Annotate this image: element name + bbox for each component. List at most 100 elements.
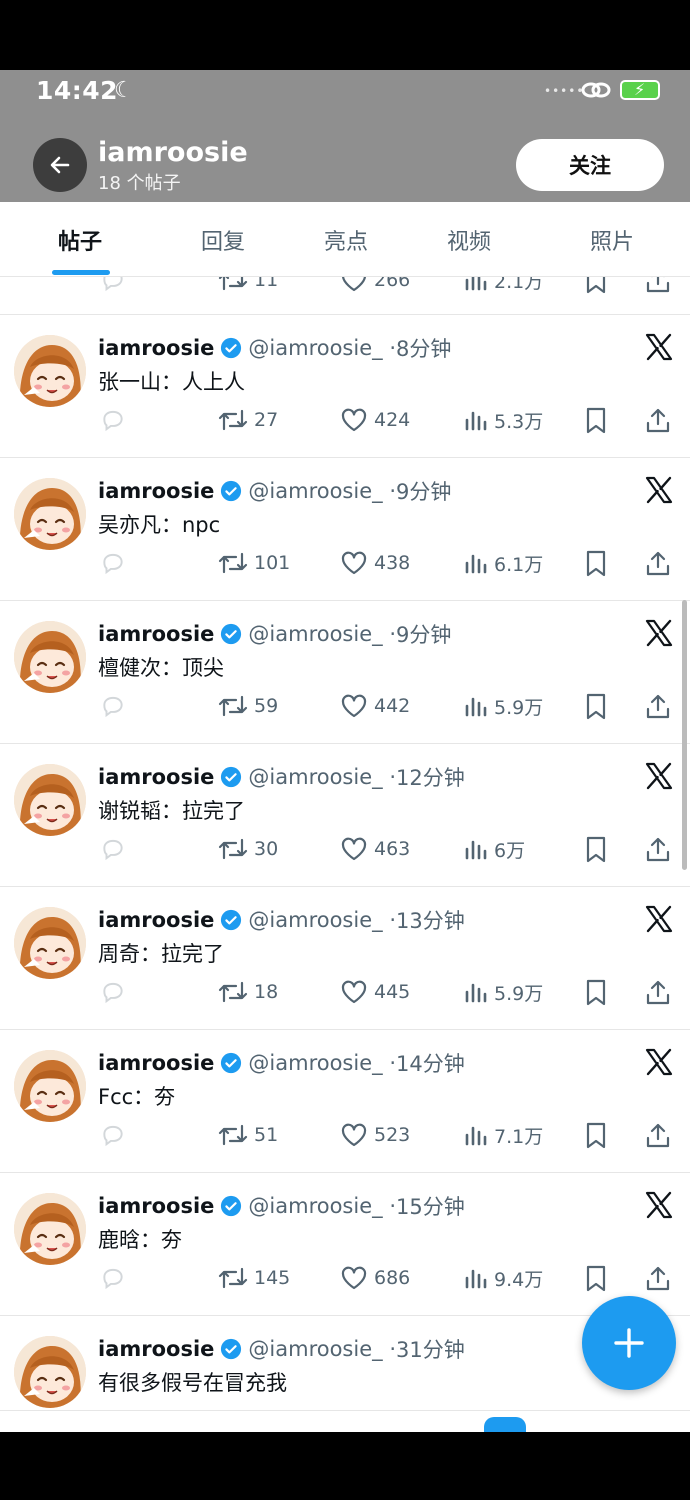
tweet[interactable]: iamroosie @iamroosie_ · 13分钟 周奇：拉完了 18 445 5.9… [0, 887, 690, 1030]
profile-header: 14:42 ☾ ••••• ⚡ iamroosie 18 个帖子 关注 [0, 70, 690, 202]
like-button[interactable]: 424 [340, 405, 410, 435]
views-button[interactable]: 9.4万 [464, 1263, 543, 1293]
like-count: 686 [374, 1267, 411, 1289]
tweet-author-name[interactable]: iamroosie [98, 765, 214, 789]
tweet[interactable]: iamroosie @iamroosie_ · 14分钟 Fcc：夯 51 523 7.1万 [0, 1030, 690, 1173]
reply-button[interactable] [100, 548, 132, 578]
tweet-author-name[interactable]: iamroosie [98, 336, 214, 360]
like-button[interactable]: 463 [340, 834, 410, 864]
retweet-icon [218, 277, 248, 291]
bookmark-button[interactable] [584, 1263, 614, 1293]
bookmark-icon [586, 407, 606, 434]
reply-button[interactable] [100, 1263, 132, 1293]
reply-button[interactable] [100, 1120, 132, 1150]
share-button[interactable] [645, 277, 677, 295]
retweet-button[interactable]: 145 [218, 1263, 290, 1293]
views-button[interactable]: 5.9万 [464, 691, 543, 721]
tab-videos[interactable]: 视频 [447, 224, 491, 256]
like-button[interactable]: 438 [340, 548, 410, 578]
tweet-author-name[interactable]: iamroosie [98, 1051, 214, 1075]
tweet[interactable]: iamroosie @iamroosie_ · 9分钟 吴亦凡：npc 101 438 6.… [0, 458, 690, 601]
like-button[interactable]: 686 [340, 1263, 410, 1293]
tweet[interactable]: iamroosie @iamroosie_ · 8分钟 张一山：人上人 27 424 5.3… [0, 315, 690, 458]
follow-button[interactable]: 关注 [516, 139, 664, 191]
retweet-button[interactable]: 30 [218, 834, 278, 864]
retweet-button[interactable]: 51 [218, 1120, 278, 1150]
like-button[interactable]: 445 [340, 977, 410, 1007]
share-button[interactable] [645, 834, 677, 864]
like-icon [341, 408, 367, 432]
reply-button[interactable] [100, 977, 132, 1007]
tab-highlights[interactable]: 亮点 [324, 224, 368, 256]
reply-button[interactable] [100, 691, 132, 721]
avatar[interactable] [14, 621, 86, 693]
views-button[interactable]: 6.1万 [464, 548, 543, 578]
avatar[interactable] [14, 335, 86, 407]
bookmark-button[interactable] [584, 977, 614, 1007]
tweet-author-name[interactable]: iamroosie [98, 908, 214, 932]
tab-posts[interactable]: 帖子 [58, 224, 102, 256]
tweet-time: 13分钟 [396, 909, 465, 933]
views-icon [465, 1269, 487, 1289]
tweet-handle: @iamroosie_ [248, 1337, 383, 1361]
compose-button[interactable] [582, 1296, 676, 1390]
bookmark-button[interactable] [584, 1120, 614, 1150]
like-count: 438 [374, 552, 411, 574]
tweet[interactable]: iamroosie @iamroosie_ · 15分钟 鹿晗：夯 145 686 9.4万 [0, 1173, 690, 1316]
avatar[interactable] [14, 478, 86, 550]
tweet-feed[interactable]: 11 266 2.1万 iamroosie @iamroosie_ · 8分钟 张一山：人… [0, 277, 690, 1432]
back-button[interactable] [33, 138, 87, 192]
views-button[interactable]: 7.1万 [464, 1120, 543, 1150]
share-button[interactable] [645, 548, 677, 578]
tweet-author-name[interactable]: iamroosie [98, 1194, 214, 1218]
views-button[interactable]: 2.1万 [464, 277, 543, 295]
share-button[interactable] [645, 977, 677, 1007]
tab-photos[interactable]: 照片 [590, 224, 634, 256]
verified-badge-icon [221, 480, 242, 502]
reply-button[interactable] [100, 405, 132, 435]
views-count: 7.1万 [494, 1125, 544, 1148]
retweet-button[interactable]: 11 [218, 277, 278, 295]
bookmark-button[interactable] [584, 277, 614, 295]
tweet-separator: · [382, 1337, 396, 1361]
bookmark-button[interactable] [584, 548, 614, 578]
share-button[interactable] [645, 405, 677, 435]
views-button[interactable]: 5.3万 [464, 405, 543, 435]
views-button[interactable]: 6万 [464, 834, 525, 864]
avatar[interactable] [14, 907, 86, 979]
tab-replies[interactable]: 回复 [201, 224, 245, 256]
tweet-author-name[interactable]: iamroosie [98, 1337, 214, 1361]
avatar[interactable] [14, 1193, 86, 1265]
reply-button[interactable] [100, 277, 132, 295]
x-logo-icon [645, 619, 673, 647]
retweet-button[interactable]: 101 [218, 548, 290, 578]
tweet-text: 谢锐韬：拉完了 [98, 799, 245, 823]
bookmark-button[interactable] [584, 834, 614, 864]
tweet-author-name[interactable]: iamroosie [98, 622, 214, 646]
tweet[interactable]: iamroosie @iamroosie_ · 9分钟 檀健次：顶尖 59 442 5.9万 [0, 601, 690, 744]
retweet-button[interactable]: 18 [218, 977, 278, 1007]
reply-button[interactable] [100, 834, 132, 864]
share-button[interactable] [645, 1120, 677, 1150]
bookmark-button[interactable] [584, 405, 614, 435]
like-button[interactable]: 266 [340, 277, 410, 295]
tweet-author-name[interactable]: iamroosie [98, 479, 214, 503]
avatar-illustration [14, 335, 86, 407]
retweet-button[interactable]: 27 [218, 405, 278, 435]
retweet-button[interactable]: 59 [218, 691, 278, 721]
avatar[interactable] [14, 1336, 86, 1408]
bookmark-button[interactable] [584, 691, 614, 721]
like-button[interactable]: 523 [340, 1120, 410, 1150]
share-button[interactable] [645, 1263, 677, 1293]
avatar[interactable] [14, 1050, 86, 1122]
avatar[interactable] [14, 764, 86, 836]
share-button[interactable] [645, 691, 677, 721]
scrollbar[interactable] [682, 600, 687, 870]
views-button[interactable]: 5.9万 [464, 977, 543, 1007]
tweet[interactable]: iamroosie @iamroosie_ · 12分钟 谢锐韬：拉完了 30 463 6万 [0, 744, 690, 887]
like-count: 442 [374, 695, 411, 717]
tweet-handle: @iamroosie_ [248, 622, 383, 646]
views-icon [465, 983, 487, 1003]
like-button[interactable]: 442 [340, 691, 410, 721]
tweet-text: 周奇：拉完了 [98, 942, 224, 966]
